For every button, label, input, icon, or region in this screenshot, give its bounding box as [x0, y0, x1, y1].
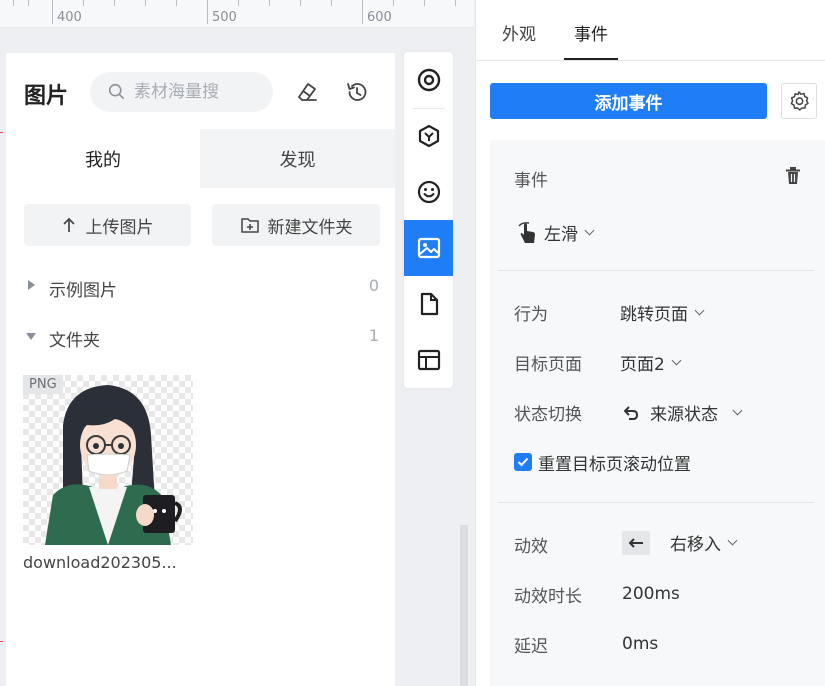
upload-image-label: 上传图片	[85, 217, 154, 238]
toolbar-emoji-button[interactable]	[404, 164, 453, 220]
png-badge: PNG	[23, 375, 63, 394]
undo-arrow-icon	[624, 405, 639, 420]
emoji-icon	[417, 180, 440, 204]
folder-plus-icon	[240, 218, 259, 233]
tab-appearance[interactable]: 外观	[502, 20, 536, 45]
library-title: 图片	[24, 84, 69, 109]
state-switch-value: 来源状态	[650, 405, 718, 425]
image-thumbnail[interactable]: PNG	[23, 375, 193, 545]
layout-icon	[417, 349, 440, 371]
ruler-label-500: 500	[212, 10, 237, 25]
chevron-down-icon	[671, 355, 682, 366]
animation-value: 右移入	[670, 535, 721, 555]
animation-preview	[622, 530, 650, 555]
ruler-label-600: 600	[367, 10, 392, 25]
animation-label: 动效	[514, 537, 548, 557]
search-icon	[108, 83, 125, 100]
chevron-down-icon	[584, 225, 595, 236]
tree-item-count: 0	[368, 276, 379, 295]
target-page-label: 目标页面	[514, 355, 582, 375]
delay-label: 延迟	[514, 637, 548, 657]
section-divider	[498, 270, 814, 271]
add-event-button[interactable]: 添加事件	[490, 83, 767, 119]
tabs-divider	[476, 60, 825, 61]
state-switch-label: 状态切换	[514, 405, 582, 425]
ruler-label-400: 400	[57, 10, 82, 25]
target-page-value: 页面2	[620, 355, 665, 375]
property-panel: 外观 事件 添加事件 事件 左滑 行为 跳转页面 目标页面 页面2 状态切换 来…	[475, 0, 825, 686]
tree-item-label: 文件夹	[49, 331, 100, 351]
canvas-scrollbar[interactable]	[460, 525, 468, 686]
duration-label: 动效时长	[514, 587, 582, 607]
caret-down-icon	[26, 333, 36, 340]
reset-scroll-label: 重置目标页滚动位置	[538, 455, 691, 475]
chevron-down-icon	[727, 535, 738, 546]
search-input[interactable]	[134, 80, 264, 104]
horizontal-ruler: 400 500 600	[0, 0, 474, 28]
toolbar-image-button[interactable]	[404, 220, 453, 276]
target-page-select[interactable]: 页面2	[620, 350, 682, 375]
target-icon	[417, 68, 440, 92]
component-icon	[418, 124, 439, 148]
toolbar-component-button[interactable]	[404, 108, 453, 164]
eraser-icon[interactable]	[294, 79, 320, 105]
behavior-value: 跳转页面	[620, 305, 688, 325]
chevron-down-icon	[732, 405, 743, 416]
image-icon	[417, 237, 440, 259]
file-icon	[420, 292, 438, 316]
event-settings-button[interactable]	[781, 83, 817, 119]
behavior-select[interactable]: 跳转页面	[620, 300, 705, 325]
trash-icon[interactable]	[784, 166, 802, 186]
tree-item-examples[interactable]: 示例图片 0	[6, 272, 395, 302]
swipe-hand-icon	[518, 221, 535, 243]
anime-girl-illustration	[45, 385, 182, 545]
asset-toolbar	[404, 52, 453, 388]
gear-icon	[790, 91, 809, 111]
guide-marker	[0, 641, 3, 642]
reset-scroll-checkbox[interactable]	[514, 453, 532, 471]
animation-select[interactable]: 右移入	[622, 530, 738, 555]
toolbar-target-button[interactable]	[404, 52, 453, 108]
trigger-value: 左滑	[544, 225, 578, 245]
library-tabs: 我的 发现	[6, 129, 395, 188]
event-header: 事件	[514, 171, 548, 191]
behavior-label: 行为	[514, 305, 548, 325]
chevron-down-icon	[694, 305, 705, 316]
tree-item-label: 示例图片	[49, 281, 117, 301]
new-folder-label: 新建文件夹	[267, 217, 353, 238]
event-card: 事件 左滑 行为 跳转页面 目标页面 页面2 状态切换 来源状态 重置目标页滚动…	[490, 140, 825, 686]
state-switch-select[interactable]: 来源状态	[622, 400, 743, 425]
image-filename: download202305...	[23, 553, 177, 572]
delay-value[interactable]: 0ms	[622, 634, 658, 654]
arrow-left-icon	[628, 537, 643, 548]
guide-marker	[0, 132, 3, 133]
trigger-select[interactable]: 左滑	[516, 220, 595, 245]
caret-right-icon	[28, 280, 35, 290]
tab-events[interactable]: 事件	[574, 20, 608, 45]
tree-item-count: 1	[368, 326, 379, 345]
duration-value[interactable]: 200ms	[622, 584, 680, 604]
active-tab-indicator	[564, 58, 618, 60]
toolbar-file-button[interactable]	[404, 276, 453, 332]
upload-image-button[interactable]: 上传图片	[24, 204, 191, 246]
tree-item-folder[interactable]: 文件夹 1	[6, 322, 395, 352]
arrow-up-icon	[62, 217, 75, 232]
image-library-panel: 图片 我的 发现 上传图片 新建文件夹	[6, 53, 395, 686]
section-divider	[498, 502, 814, 503]
tab-mine[interactable]: 我的	[6, 129, 200, 188]
history-icon[interactable]	[344, 79, 370, 105]
checkmark-icon	[517, 457, 529, 467]
new-folder-button[interactable]: 新建文件夹	[212, 204, 380, 246]
search-box[interactable]	[90, 72, 273, 112]
tab-discover[interactable]: 发现	[200, 129, 395, 188]
toolbar-layout-button[interactable]	[404, 332, 453, 388]
